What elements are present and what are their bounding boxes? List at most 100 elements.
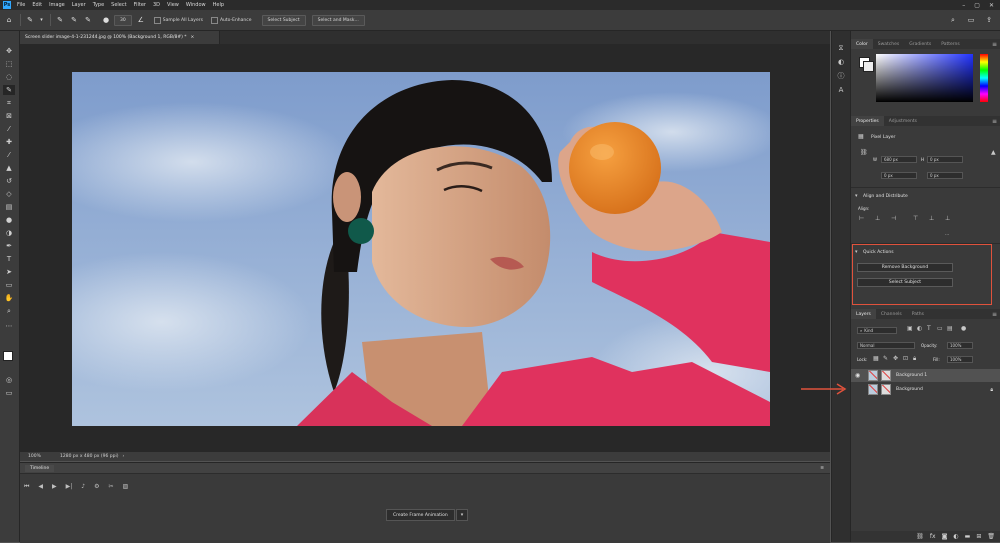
new-group-icon[interactable]: ▬ (965, 533, 971, 540)
filter-toggle-icon[interactable]: ● (961, 325, 966, 332)
eye-icon[interactable]: ◉ (855, 372, 865, 379)
crop-tool-icon[interactable]: ⌗ (3, 98, 15, 108)
tab-patterns[interactable]: Patterns (936, 39, 965, 49)
search-icon[interactable]: ⌕ (948, 15, 958, 25)
next-frame-icon[interactable]: ▶| (66, 483, 73, 491)
fill-field[interactable]: 100% (947, 356, 973, 363)
blur-tool-icon[interactable]: ● (3, 215, 15, 225)
filter-pixel-icon[interactable]: ▣ (907, 325, 913, 332)
move-tool-icon[interactable]: ✥ (3, 46, 15, 56)
play-icon[interactable]: ▶ (52, 483, 57, 491)
layer-style-icon[interactable]: fx (930, 533, 936, 540)
trash-icon[interactable]: 🗑︎ (987, 533, 995, 540)
filter-shape-icon[interactable]: ▭ (937, 325, 943, 332)
layer-row-background-1[interactable]: ◉ Background 1 (851, 369, 1000, 382)
history-brush-tool-icon[interactable]: ↺ (3, 176, 15, 186)
menu-filter[interactable]: Filter (134, 2, 146, 8)
shape-tool-icon[interactable]: ▭ (3, 280, 15, 290)
previous-frame-icon[interactable]: ◀ (38, 483, 43, 491)
align-left-icon[interactable]: ⊢ (859, 215, 864, 222)
marquee-tool-icon[interactable]: ⬚ (3, 59, 15, 69)
add-selection-icon[interactable]: ✎ (69, 15, 79, 25)
tab-timeline[interactable]: Timeline (25, 464, 55, 472)
tab-paths[interactable]: Paths (907, 309, 929, 319)
eraser-tool-icon[interactable]: ◇ (3, 189, 15, 199)
quick-selection-tool-icon[interactable]: ✎ (25, 15, 35, 25)
menu-window[interactable]: Window (186, 2, 206, 8)
menu-image[interactable]: Image (49, 2, 65, 8)
layer-name[interactable]: Background (896, 387, 923, 392)
create-frame-animation-button[interactable]: Create Frame Animation (386, 509, 455, 521)
transition-icon[interactable]: ▨ (123, 483, 129, 491)
y-field[interactable]: 0 px (927, 172, 963, 179)
angle-icon[interactable]: ∠ (136, 15, 146, 25)
x-field[interactable]: 0 px (881, 172, 917, 179)
tab-color[interactable]: Color (851, 39, 873, 49)
lock-image-icon[interactable]: ✎ (883, 355, 888, 362)
dodge-tool-icon[interactable]: ◑ (3, 228, 15, 238)
menu-edit[interactable]: Edit (32, 2, 42, 8)
tab-layers[interactable]: Layers (851, 309, 876, 319)
brush-preview-icon[interactable]: ● (101, 15, 111, 25)
menu-type[interactable]: Type (93, 2, 104, 8)
first-frame-icon[interactable]: ⏮ (24, 483, 29, 491)
zoom-level[interactable]: 100% (28, 454, 50, 459)
brush-size-field[interactable]: 30 (114, 14, 132, 26)
brush-tool-icon[interactable]: ⁄ (3, 150, 15, 160)
align-right-icon[interactable]: ⊣ (891, 215, 896, 222)
character-icon[interactable]: A (836, 85, 846, 95)
gradient-tool-icon[interactable]: ▤ (3, 202, 15, 212)
link-layers-icon[interactable]: ⛓ (916, 533, 924, 540)
panel-menu-icon[interactable]: ≡ (992, 311, 997, 318)
eyedropper-tool-icon[interactable]: ⁄ (3, 124, 15, 134)
add-mask-icon[interactable]: ◙ (942, 533, 948, 540)
tab-channels[interactable]: Channels (876, 309, 907, 319)
quick-mask-icon[interactable]: ◎ (3, 375, 15, 385)
lock-position-icon[interactable]: ✥ (893, 355, 898, 362)
brush-settings-icon[interactable]: ◐ (836, 57, 846, 67)
opacity-field[interactable]: 100% (947, 342, 973, 349)
document-image[interactable] (72, 72, 770, 426)
align-top-icon[interactable]: ⊤ (913, 215, 918, 222)
select-subject-button[interactable]: Select Subject (261, 14, 306, 26)
chevron-right-icon[interactable]: › (123, 454, 125, 459)
menu-file[interactable]: File (17, 2, 25, 8)
frame-tool-icon[interactable]: ⊠ (3, 111, 15, 121)
quick-selection-tool-icon[interactable]: ✎ (3, 85, 15, 95)
color-picker-field[interactable] (876, 54, 973, 102)
align-center-icon[interactable]: ⊥ (875, 215, 880, 222)
tab-gradients[interactable]: Gradients (904, 39, 936, 49)
chevron-down-icon[interactable]: ▾ (456, 509, 468, 521)
lasso-tool-icon[interactable]: ◌ (3, 72, 15, 82)
chevron-down-icon[interactable]: ▾ (855, 193, 858, 199)
workspace-icon[interactable]: ▭ (966, 15, 976, 25)
filter-type-icon[interactable]: T (927, 325, 931, 332)
lock-artboard-icon[interactable]: ⊡ (903, 355, 908, 362)
height-field[interactable]: 0 px (927, 156, 963, 163)
menu-select[interactable]: Select (111, 2, 126, 8)
link-icon[interactable]: ⛓ (860, 149, 868, 156)
lock-transparent-icon[interactable]: ▦ (873, 355, 879, 362)
chevron-down-icon[interactable]: ▾ (39, 15, 44, 25)
document-tab[interactable]: Screen slider image-4-1-231244.jpg @ 100… (20, 31, 220, 44)
hue-slider[interactable] (980, 54, 988, 102)
close-tab-icon[interactable]: × (191, 35, 195, 40)
auto-enhance-checkbox[interactable]: Auto-Enhance (210, 16, 252, 24)
screen-mode-icon[interactable]: ▭ (3, 388, 15, 398)
close-icon[interactable]: ✕ (989, 2, 994, 9)
maximize-icon[interactable]: ▢ (974, 2, 980, 9)
filter-adjustment-icon[interactable]: ◐ (917, 325, 922, 332)
pen-tool-icon[interactable]: ✒ (3, 241, 15, 251)
new-selection-icon[interactable]: ✎ (55, 15, 65, 25)
history-icon[interactable]: ⧖ (836, 43, 846, 53)
blend-mode-select[interactable]: Normal (857, 342, 915, 349)
type-tool-icon[interactable]: T (3, 254, 15, 264)
new-layer-icon[interactable]: ⊞ (976, 533, 981, 540)
menu-layer[interactable]: Layer (72, 2, 86, 8)
hand-tool-icon[interactable]: ✋ (3, 293, 15, 303)
zoom-tool-icon[interactable]: ⌕ (3, 306, 15, 316)
menu-3d[interactable]: 3D (153, 2, 160, 8)
more-tools-icon[interactable]: ⋯ (3, 321, 15, 331)
scroll-up-icon[interactable]: ▲ (991, 149, 996, 156)
align-middle-icon[interactable]: ⊥ (929, 215, 934, 222)
